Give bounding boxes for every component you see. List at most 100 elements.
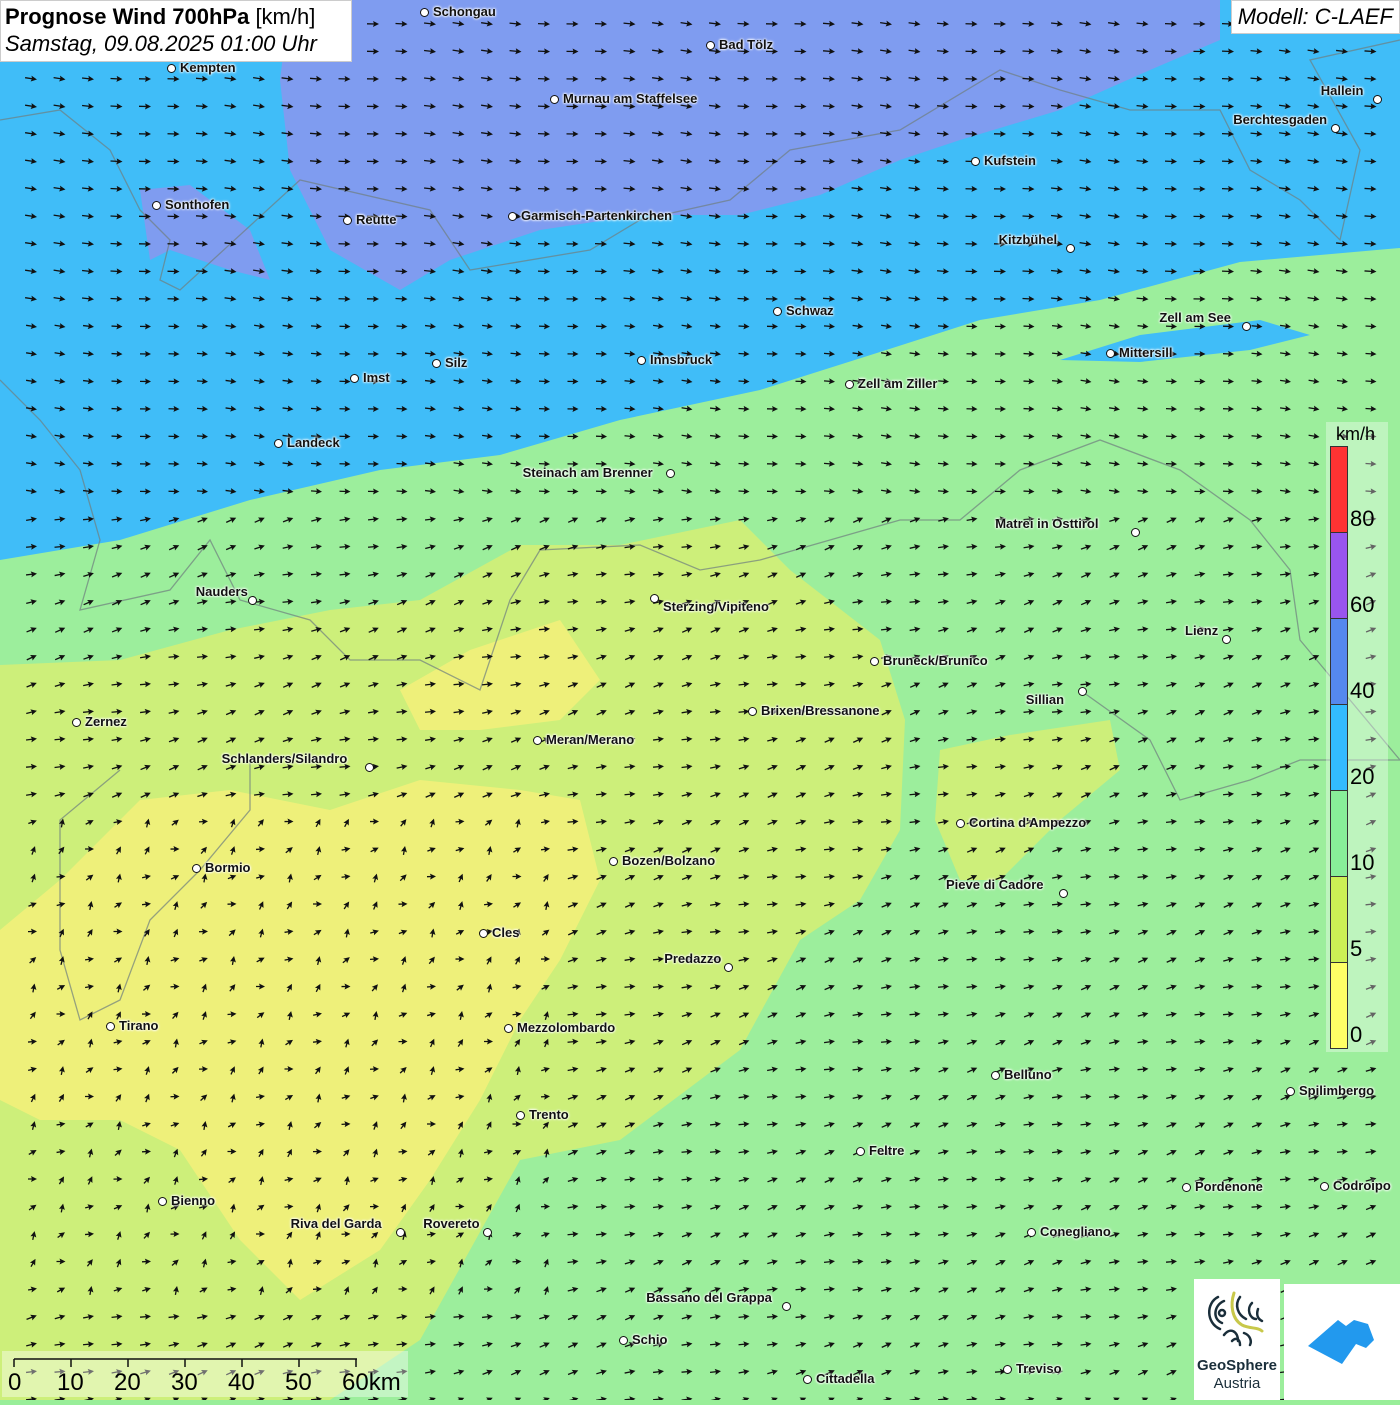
mountain-cloud-icon [1284,1284,1400,1400]
city-marker [420,8,429,17]
scale-ruler [2,1351,408,1371]
legend-swatch [1330,532,1348,619]
city-label: Bruneck/Brunico [883,653,988,668]
city-marker [533,736,542,745]
city-marker [432,359,441,368]
city-marker [870,657,879,666]
city-label: Lienz [1185,623,1218,638]
city-label: Reutte [356,212,396,227]
city-marker [274,439,283,448]
city-marker [637,356,646,365]
city-label: Kempten [180,60,236,75]
map-unit: [km/h] [255,4,315,29]
city-marker [724,963,733,972]
city-marker [479,929,488,938]
city-label: Nauders [196,584,248,599]
city-label: Zell am See [1159,310,1231,325]
city-marker [773,307,782,316]
city-label: Conegliano [1040,1224,1111,1239]
city-label: Codroipo [1333,1178,1391,1193]
legend-label: 0 [1350,1022,1362,1048]
city-marker [483,1228,492,1237]
city-label: Bozen/Bolzano [622,853,715,868]
forecast-datetime: Samstag, 09.08.2025 01:00 Uhr [5,31,347,57]
city-label: Belluno [1004,1067,1052,1082]
map-title: Prognose Wind 700hPa [5,4,249,29]
city-label: Bienno [171,1193,215,1208]
city-marker [1222,635,1231,644]
city-label: Steinach am Brenner [523,465,653,480]
city-marker [1106,349,1115,358]
title-panel: Prognose Wind 700hPa [km/h] Samstag, 09.… [0,0,352,62]
scale-label: 60km [342,1369,401,1397]
scale-label: 10 [57,1369,84,1397]
color-legend: km/h 806040201050 [1326,422,1388,1052]
legend-label: 5 [1350,936,1362,962]
city-label: Sillian [1026,692,1064,707]
city-label: Zell am Ziller [858,376,937,391]
legend-swatch [1330,446,1348,533]
city-marker [782,1302,791,1311]
city-marker [748,707,757,716]
city-label: Pordenone [1195,1179,1263,1194]
city-marker [971,157,980,166]
city-marker [1078,687,1087,696]
city-marker [516,1111,525,1120]
city-label: Sterzing/Vipiteno [663,599,769,614]
city-label: Pieve di Cadore [946,877,1044,892]
city-label: Berchtesgaden [1233,112,1327,127]
city-marker [550,95,559,104]
geosphere-name: GeoSphere [1194,1357,1280,1374]
city-marker [650,594,659,603]
city-marker [365,763,374,772]
city-marker [350,374,359,383]
city-marker [845,380,854,389]
scale-label: 0 [8,1369,21,1397]
legend-label: 60 [1350,592,1374,618]
city-label: Kitzbühel [999,232,1058,247]
scale-label: 40 [228,1369,255,1397]
city-marker [1182,1183,1191,1192]
city-marker [1286,1087,1295,1096]
legend-swatch [1330,876,1348,963]
city-label: Innsbruck [650,352,712,367]
city-marker [504,1024,513,1033]
city-label: Hallein [1321,83,1364,98]
city-label: Meran/Merano [546,732,634,747]
city-label: Schwaz [786,303,834,318]
city-label: Trento [529,1107,569,1122]
city-marker [152,201,161,210]
scale-label: 20 [114,1369,141,1397]
city-marker [192,864,201,873]
city-label: Tirano [119,1018,159,1033]
city-label: Murnau am Staffelsee [563,91,697,106]
city-marker [72,718,81,727]
city-marker [956,819,965,828]
scale-label: 30 [171,1369,198,1397]
legend-swatch [1330,790,1348,877]
city-marker [1320,1182,1329,1191]
city-marker [619,1336,628,1345]
geosphere-austria-logo[interactable]: GeoSphere Austria [1194,1279,1280,1400]
city-label: Schlanders/Silandro [222,751,348,766]
city-marker [1059,889,1068,898]
city-label: Schio [632,1332,667,1347]
geosphere-country: Austria [1194,1375,1280,1392]
partner-logo[interactable] [1284,1284,1400,1400]
city-marker [158,1197,167,1206]
city-marker [1331,124,1340,133]
city-marker [106,1022,115,1031]
city-label: Kufstein [984,153,1036,168]
scale-label: 50 [285,1369,312,1397]
city-label: Treviso [1016,1361,1062,1376]
city-label: Riva del Garda [291,1216,382,1231]
city-label: Imst [363,370,390,385]
legend-label: 20 [1350,764,1374,790]
city-label: Mezzolombardo [517,1020,615,1035]
city-label: Cles [492,925,519,940]
city-label: Zernez [85,714,127,729]
city-marker [248,596,257,605]
city-label: Bormio [205,860,251,875]
city-marker [167,64,176,73]
city-marker [1242,322,1251,331]
